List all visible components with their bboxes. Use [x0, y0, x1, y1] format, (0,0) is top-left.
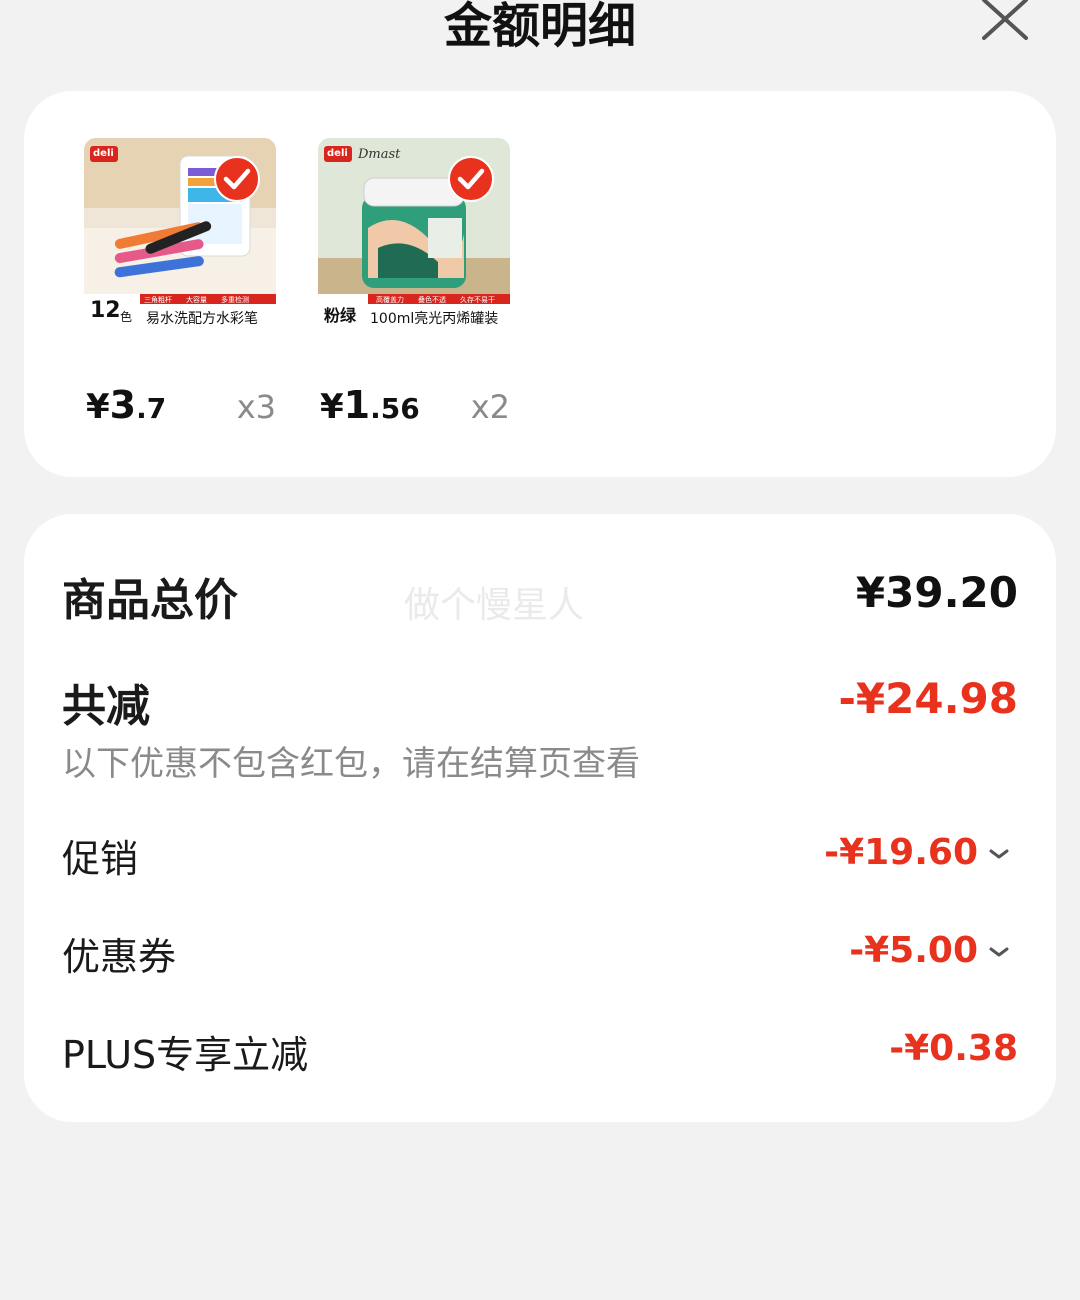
total-label: 商品总价	[62, 575, 238, 626]
coupon-value[interactable]: -¥5.00	[849, 930, 1010, 971]
price-integer: 1	[343, 383, 371, 427]
price-decimal: .56	[370, 392, 420, 425]
total-value: ¥39.20	[855, 568, 1018, 617]
price-summary-card: 做个慢星人 商品总价 ¥39.20 共减 -¥24.98 以下优惠不包含红包，请…	[24, 514, 1056, 1122]
close-icon	[982, 0, 1028, 40]
tag: 三角粗杆	[144, 296, 172, 304]
plus-discount-value: -¥0.38	[889, 1028, 1018, 1069]
coupon-label: 优惠券	[62, 935, 177, 979]
promotion-amount: -¥19.60	[824, 832, 978, 873]
products-card: deli 12 色 三角粗杆 大容量 多重检测 易水洗配方水彩笔 ¥3.7 x3	[24, 91, 1056, 477]
brand-logo: deli	[327, 148, 348, 159]
coupon-amount: -¥5.00	[849, 930, 978, 971]
product-image[interactable]: deli 12 色 三角粗杆 大容量 多重检测 易水洗配方水彩笔	[84, 138, 276, 330]
price-integer: 3	[109, 383, 137, 427]
chevron-down-icon[interactable]	[988, 847, 1010, 861]
badge-number: 12	[90, 298, 121, 323]
header: 金额明细	[0, 0, 1080, 60]
plus-discount-label: PLUS专享立减	[62, 1033, 309, 1077]
product-item[interactable]: deli Dmast 粉绿 高覆盖力 叠色不透 久存不易干 100ml亮光丙烯罐…	[318, 138, 510, 427]
tag: 大容量	[186, 296, 207, 304]
product-tags: 三角粗杆 大容量 多重检测	[144, 295, 249, 305]
reduce-value: -¥24.98	[838, 674, 1018, 723]
discount-note: 以下优惠不包含红包，请在结算页查看	[62, 744, 640, 784]
tag: 多重检测	[221, 296, 249, 304]
close-button[interactable]	[980, 0, 1030, 42]
price-decimal: .7	[136, 392, 167, 425]
reduce-label: 共减	[62, 681, 150, 732]
product-name: 100ml亮光丙烯罐装	[370, 311, 499, 327]
brand-logo: deli	[93, 148, 114, 159]
product-quantity: x2	[470, 388, 510, 426]
badge-unit: 色	[120, 310, 133, 324]
price-currency: ¥	[86, 387, 110, 427]
badge-number: 粉绿	[324, 306, 357, 325]
check-icon[interactable]	[448, 156, 494, 202]
product-price: ¥1.56	[320, 383, 420, 427]
watermark: 做个慢星人	[404, 585, 585, 626]
tag: 高覆盖力	[376, 296, 404, 304]
promotion-value[interactable]: -¥19.60	[824, 832, 1010, 873]
chevron-down-icon[interactable]	[988, 945, 1010, 959]
price-currency: ¥	[320, 387, 344, 427]
product-item[interactable]: deli 12 色 三角粗杆 大容量 多重检测 易水洗配方水彩笔 ¥3.7 x3	[84, 138, 276, 427]
product-quantity: x3	[236, 388, 276, 426]
tag: 叠色不透	[418, 296, 446, 304]
check-icon[interactable]	[214, 156, 260, 202]
product-tags: 高覆盖力 叠色不透 久存不易干	[376, 295, 495, 305]
product-image[interactable]: deli Dmast 粉绿 高覆盖力 叠色不透 久存不易干 100ml亮光丙烯罐…	[318, 138, 510, 330]
product-price: ¥3.7	[86, 383, 166, 427]
tag: 久存不易干	[460, 296, 495, 304]
brand-text: Dmast	[358, 147, 401, 162]
promotion-label: 促销	[62, 837, 139, 881]
product-name: 易水洗配方水彩笔	[146, 311, 258, 327]
page-title: 金额明细	[443, 0, 636, 54]
